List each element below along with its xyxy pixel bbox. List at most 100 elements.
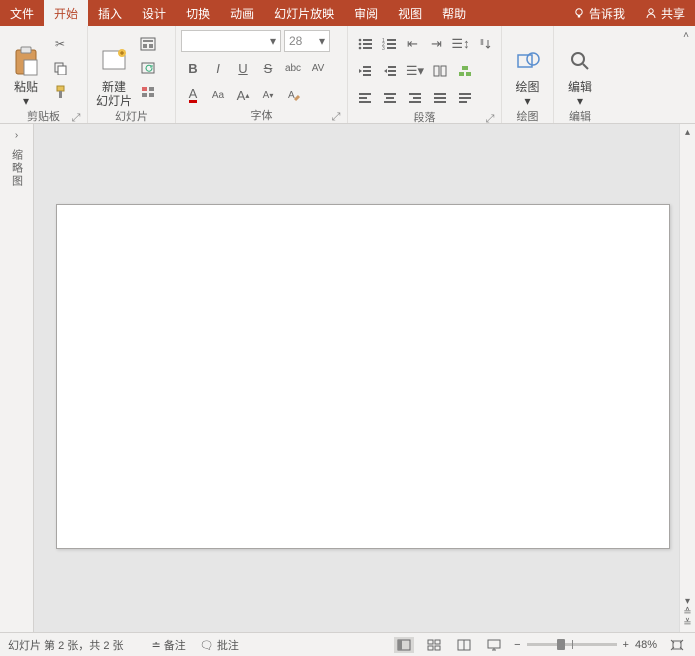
text-direction-button[interactable]: Ⅱ	[473, 33, 496, 55]
lightbulb-icon	[573, 7, 585, 19]
align-vertical-button[interactable]: ☰▾	[403, 60, 427, 82]
ribbon: 粘贴▾ ✂ 剪贴板⤢ 新建 幻灯片 幻灯片	[0, 26, 695, 124]
increase-indent-button[interactable]	[378, 60, 402, 82]
shrink-font-button[interactable]: A▾	[256, 84, 280, 106]
copy-button[interactable]	[49, 58, 71, 78]
tab-review[interactable]: 审阅	[344, 0, 388, 26]
font-launcher[interactable]: ⤢	[330, 111, 342, 123]
grow-font-button[interactable]: A▴	[231, 84, 255, 106]
share[interactable]: 共享	[635, 0, 695, 26]
new-slide-button[interactable]: 新建 幻灯片	[93, 30, 135, 108]
zoom-slider[interactable]	[527, 643, 617, 646]
comments-button[interactable]: 🗨 批注	[200, 637, 239, 653]
slide-canvas-area[interactable]: ▴ ▾ ≙ ≚	[34, 124, 695, 632]
section-icon	[140, 85, 156, 99]
columns-icon	[433, 65, 447, 77]
smartart-button[interactable]	[453, 60, 477, 82]
collapse-ribbon-button[interactable]: ˄	[683, 30, 689, 41]
slide[interactable]	[56, 204, 670, 549]
numbering-button[interactable]: 123	[377, 33, 400, 55]
group-font: ▾ 28▾ B I U S abc AV A Aa A▴ A▾ A 字体⤢	[176, 26, 348, 123]
indent-decrease-button[interactable]: ⇤	[401, 33, 424, 55]
align-left-button[interactable]	[353, 87, 377, 109]
underline-button[interactable]: U	[231, 57, 255, 79]
tab-design[interactable]: 设计	[132, 0, 176, 26]
group-para-label: 段落	[414, 109, 436, 125]
ribbon-tabbar: 文件 开始 插入 设计 切换 动画 幻灯片放映 审阅 视图 帮助 告诉我 共享	[0, 0, 695, 26]
indent-increase-button[interactable]: ⇥	[425, 33, 448, 55]
layout-button[interactable]	[137, 34, 159, 54]
decrease-indent-button[interactable]	[353, 60, 377, 82]
char-spacing-button[interactable]: AV	[306, 57, 330, 79]
format-painter-button[interactable]	[49, 82, 71, 102]
tab-file[interactable]: 文件	[0, 0, 44, 26]
tell-me[interactable]: 告诉我	[563, 0, 635, 26]
share-label: 共享	[661, 5, 685, 22]
slide-counter: 幻灯片 第 2 张，共 2 张	[8, 637, 124, 653]
tab-slideshow[interactable]: 幻灯片放映	[264, 0, 344, 26]
next-slide-icon[interactable]: ≚	[683, 618, 691, 629]
reading-view-button[interactable]	[454, 637, 474, 653]
drawing-button[interactable]: 绘图▾	[507, 30, 548, 108]
bullets-button[interactable]	[353, 33, 376, 55]
tab-view[interactable]: 视图	[388, 0, 432, 26]
paste-button[interactable]: 粘贴▾	[5, 30, 47, 108]
tab-transitions[interactable]: 切换	[176, 0, 220, 26]
line-spacing-button[interactable]: ☰↕	[449, 33, 472, 55]
shapes-icon	[515, 44, 541, 78]
group-editing-label: 编辑	[569, 108, 591, 124]
editing-button[interactable]: 编辑▾	[559, 30, 601, 108]
clipboard-launcher[interactable]: ⤢	[70, 112, 82, 124]
prev-slide-icon[interactable]: ≙	[683, 607, 691, 618]
zoom-out-button[interactable]: −	[514, 639, 520, 651]
outdent-icon: ⇤	[407, 36, 418, 52]
strike-button[interactable]: S	[256, 57, 280, 79]
tab-help[interactable]: 帮助	[432, 0, 476, 26]
reset-button[interactable]	[137, 58, 159, 78]
scroll-down-icon[interactable]: ▾	[685, 596, 690, 607]
align-justify-button[interactable]	[428, 87, 452, 109]
group-drawing-label: 绘图	[517, 108, 539, 124]
layout-icon	[140, 37, 156, 51]
new-slide-icon	[100, 44, 128, 78]
font-size-combo[interactable]: 28▾	[284, 30, 330, 52]
bold-button[interactable]: B	[181, 57, 205, 79]
columns-button[interactable]	[428, 60, 452, 82]
sorter-view-button[interactable]	[424, 637, 444, 653]
clipboard-icon	[13, 44, 39, 78]
eraser-icon: A	[286, 88, 300, 102]
align-center-button[interactable]	[378, 87, 402, 109]
vertical-scrollbar[interactable]: ▴ ▾ ≙ ≚	[679, 124, 695, 632]
tab-insert[interactable]: 插入	[88, 0, 132, 26]
sorter-icon	[427, 639, 441, 651]
zoom-in-button[interactable]: +	[623, 639, 629, 651]
notes-button[interactable]: ≐ 备注	[152, 637, 186, 653]
bullets-icon	[357, 37, 373, 51]
normal-view-icon	[397, 639, 411, 651]
fit-icon	[670, 639, 684, 651]
clear-format-button[interactable]: A	[281, 84, 305, 106]
cut-button[interactable]: ✂	[49, 34, 71, 54]
font-name-combo[interactable]: ▾	[181, 30, 281, 52]
change-case-button[interactable]: Aa	[206, 84, 230, 106]
align-center-icon	[383, 92, 397, 104]
zoom-percent[interactable]: 48%	[635, 639, 657, 651]
shadow-button[interactable]: abc	[281, 57, 305, 79]
scroll-up-icon[interactable]: ▴	[685, 127, 690, 138]
slideshow-view-button[interactable]	[484, 637, 504, 653]
comment-icon: 🗨	[200, 640, 214, 652]
align-right-button[interactable]	[403, 87, 427, 109]
font-color-button[interactable]: A	[181, 84, 205, 106]
fit-window-button[interactable]	[667, 637, 687, 653]
tab-animations[interactable]: 动画	[220, 0, 264, 26]
italic-button[interactable]: I	[206, 57, 230, 79]
indent2-icon	[383, 65, 397, 77]
section-button[interactable]	[137, 82, 159, 102]
align-distribute-button[interactable]	[453, 87, 477, 109]
tab-home[interactable]: 开始	[44, 0, 88, 26]
zoom-control: − + 48%	[514, 639, 657, 651]
group-slides-label: 幻灯片	[115, 108, 148, 124]
smartart-icon	[458, 65, 472, 77]
normal-view-button[interactable]	[394, 637, 414, 653]
expand-thumbnails-button[interactable]: ›	[15, 130, 18, 141]
